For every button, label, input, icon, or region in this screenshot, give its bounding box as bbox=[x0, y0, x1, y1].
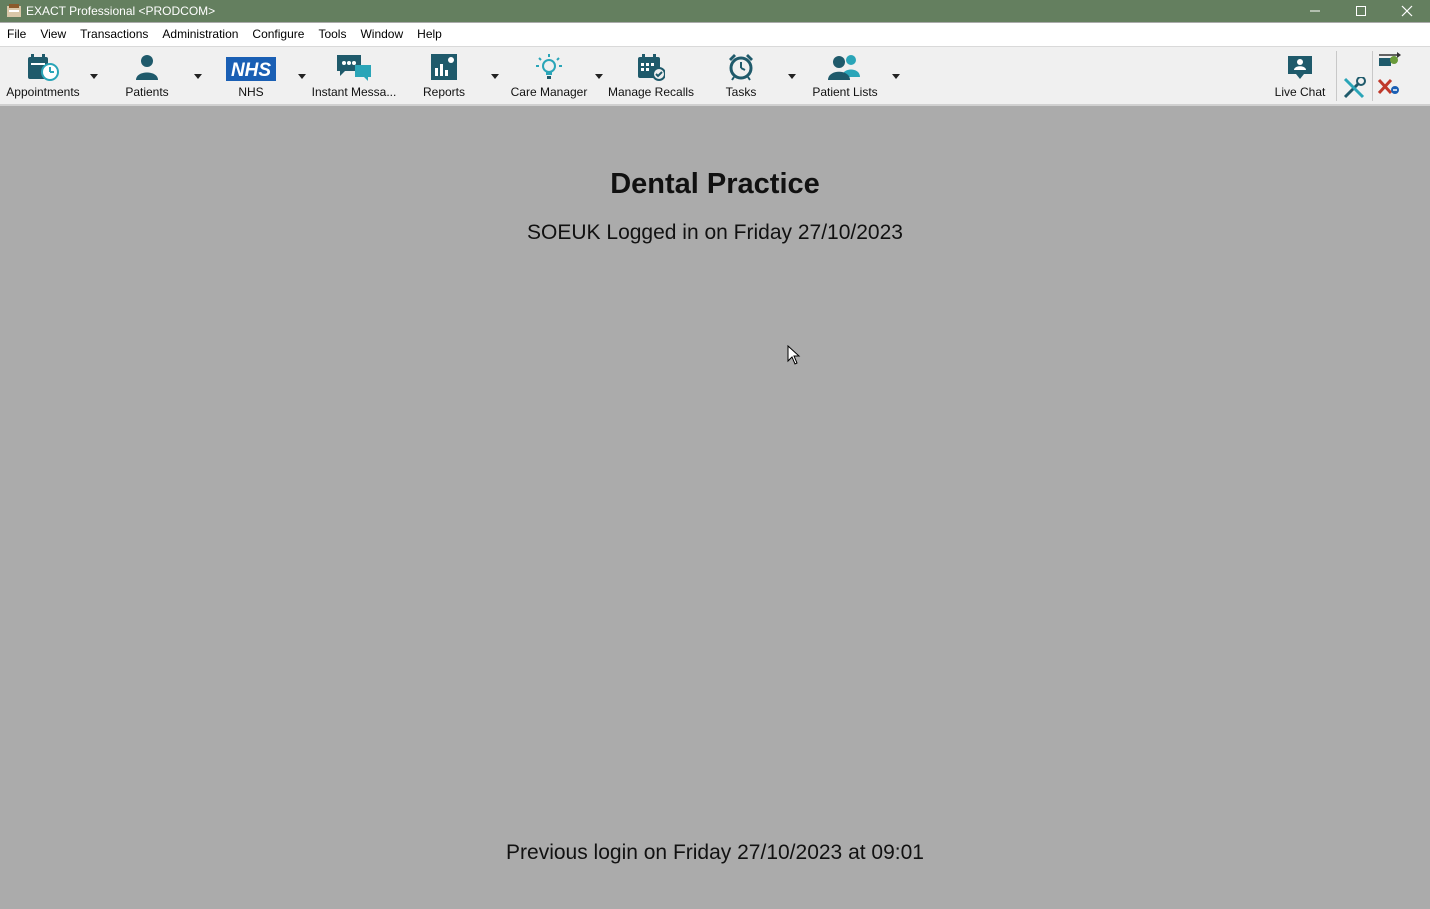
tasks-dropdown[interactable] bbox=[786, 70, 798, 82]
patients-label: Patients bbox=[125, 85, 169, 99]
appointments-label: Appointments bbox=[6, 85, 80, 99]
minimize-button[interactable] bbox=[1292, 0, 1338, 22]
live-chat-icon bbox=[1288, 56, 1312, 79]
menu-view[interactable]: View bbox=[33, 23, 73, 46]
wrench-screwdriver-icon bbox=[1343, 77, 1366, 99]
nhs-dropdown[interactable] bbox=[296, 70, 308, 82]
switch-user-icon bbox=[1379, 52, 1401, 66]
live-chat-label: Live Chat bbox=[1274, 85, 1326, 99]
mouse-cursor-icon bbox=[787, 344, 801, 370]
calendar-recall-icon bbox=[638, 54, 665, 81]
lightbulb-icon bbox=[536, 54, 562, 79]
nhs-button[interactable]: NHS NHS bbox=[225, 51, 277, 99]
reports-button[interactable]: Reports bbox=[420, 51, 468, 99]
menu-window[interactable]: Window bbox=[353, 23, 410, 46]
patient-lists-dropdown[interactable] bbox=[890, 70, 902, 82]
patient-lists-button[interactable]: Patient Lists bbox=[810, 51, 880, 99]
menu-file[interactable]: File bbox=[0, 23, 33, 46]
exit-application-button[interactable] bbox=[1376, 76, 1402, 98]
caret-down-icon bbox=[788, 73, 796, 79]
app-icon[interactable] bbox=[6, 3, 22, 19]
patient-group-icon bbox=[828, 55, 860, 80]
workspace: Dental Practice SOEUK Logged in on Frida… bbox=[0, 106, 1430, 909]
manage-recalls-button[interactable]: Manage Recalls bbox=[608, 51, 694, 99]
menu-tools[interactable]: Tools bbox=[311, 23, 353, 46]
practice-name: Dental Practice bbox=[610, 168, 820, 200]
manage-recalls-label: Manage Recalls bbox=[607, 85, 695, 99]
toolbar: Appointments Patients NHS NHS Instant Me… bbox=[0, 47, 1430, 106]
maximize-icon bbox=[1356, 6, 1366, 16]
caret-down-icon bbox=[595, 73, 603, 79]
live-chat-button[interactable]: Live Chat bbox=[1272, 51, 1328, 99]
minimize-icon bbox=[1310, 10, 1320, 12]
caret-down-icon bbox=[90, 73, 98, 79]
close-exit-icon bbox=[1377, 78, 1399, 95]
caret-down-icon bbox=[298, 73, 306, 79]
reports-chart-icon bbox=[431, 54, 457, 80]
care-manager-dropdown[interactable] bbox=[593, 70, 605, 82]
appointments-dropdown[interactable] bbox=[88, 70, 100, 82]
toolbar-separator bbox=[1336, 51, 1337, 101]
login-status: SOEUK Logged in on Friday 27/10/2023 bbox=[527, 221, 903, 244]
menu-administration[interactable]: Administration bbox=[155, 23, 245, 46]
close-icon bbox=[1401, 5, 1413, 17]
patients-button[interactable]: Patients bbox=[122, 51, 172, 99]
instant-messages-label: Instant Messa... bbox=[311, 85, 397, 99]
window-title: EXACT Professional <PRODCOM> bbox=[26, 4, 216, 18]
tasks-label: Tasks bbox=[725, 85, 757, 99]
settings-tools-button[interactable] bbox=[1341, 77, 1367, 99]
menu-bar: File View Transactions Administration Co… bbox=[0, 23, 1430, 47]
appointments-icon bbox=[28, 54, 59, 81]
menu-transactions[interactable]: Transactions bbox=[73, 23, 155, 46]
care-manager-label: Care Manager bbox=[510, 85, 588, 99]
alarm-clock-icon bbox=[729, 54, 753, 81]
maximize-button[interactable] bbox=[1338, 0, 1384, 22]
title-bar: EXACT Professional <PRODCOM> bbox=[0, 0, 1430, 22]
appointments-button[interactable]: Appointments bbox=[5, 51, 81, 99]
close-button[interactable] bbox=[1384, 0, 1430, 22]
instant-messages-button[interactable]: Instant Messa... bbox=[311, 51, 397, 99]
patient-icon bbox=[136, 55, 158, 80]
caret-down-icon bbox=[194, 73, 202, 79]
care-manager-button[interactable]: Care Manager bbox=[509, 51, 589, 99]
nhs-logo-icon: NHS bbox=[226, 57, 276, 81]
toolbar-separator bbox=[1372, 51, 1373, 101]
caret-down-icon bbox=[491, 73, 499, 79]
patients-dropdown[interactable] bbox=[192, 70, 204, 82]
caret-down-icon bbox=[892, 73, 900, 79]
patient-lists-label: Patient Lists bbox=[812, 85, 878, 99]
chat-bubbles-icon bbox=[337, 55, 371, 81]
nhs-label: NHS bbox=[238, 85, 264, 99]
tasks-button[interactable]: Tasks bbox=[720, 51, 762, 99]
menu-configure[interactable]: Configure bbox=[245, 23, 311, 46]
menu-help[interactable]: Help bbox=[410, 23, 449, 46]
reports-label: Reports bbox=[422, 85, 466, 99]
previous-login: Previous login on Friday 27/10/2023 at 0… bbox=[506, 841, 924, 864]
switch-user-button[interactable] bbox=[1376, 49, 1402, 71]
reports-dropdown[interactable] bbox=[489, 70, 501, 82]
nhs-logo-text: NHS bbox=[231, 60, 271, 81]
